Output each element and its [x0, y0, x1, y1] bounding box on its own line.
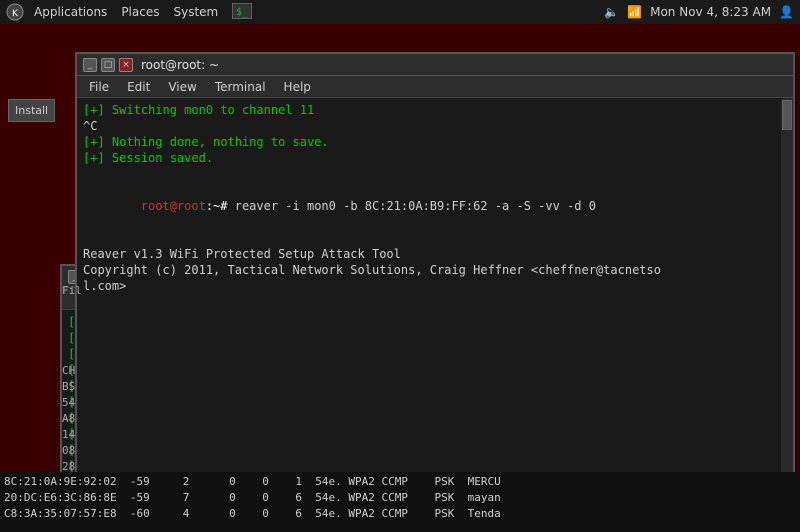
prompt-user: root@root [141, 199, 206, 213]
t1-line-5 [83, 166, 787, 182]
top-bar-left: K Applications Places System $_ [6, 1, 258, 24]
terminal-1-titlebar: _ □ × root@root: ~ [77, 54, 793, 76]
terminal-1-menubar: File Edit View Terminal Help [77, 76, 793, 98]
ch-label: CH [62, 364, 75, 377]
terminal-1-title: root@root: ~ [141, 58, 787, 72]
install-button[interactable]: Install [8, 99, 55, 122]
t1-line-1: [+] Switching mon0 to channel 11 [83, 102, 787, 118]
close-btn-1[interactable]: × [119, 58, 133, 72]
t1-line-9: Copyright (c) 2011, Tactical Network Sol… [83, 262, 787, 278]
menu-file-1[interactable]: File [81, 78, 117, 96]
menu-help-1[interactable]: Help [276, 78, 319, 96]
places-menu[interactable]: Places [115, 3, 165, 21]
a8-label: A8 [62, 412, 75, 425]
net-row-2: 20:DC:E6:3C:86:8E -59 7 0 0 6 54e. WPA2 … [4, 490, 796, 506]
bs-label: BS [62, 380, 75, 393]
top-bar-right: 🔈 📶 Mon Nov 4, 8:23 AM 👤 [604, 5, 794, 19]
net-row-3: C8:3A:35:07:57:E8 -60 4 0 0 6 54e. WPA2 … [4, 506, 796, 522]
volume-icon[interactable]: 🔈 [604, 5, 619, 19]
terminal-launcher[interactable]: $_ [226, 1, 258, 24]
t1-line-4: [+] Session saved. [83, 150, 787, 166]
t1-line-8: Reaver v1.3 WiFi Protected Setup Attack … [83, 246, 787, 262]
terminal-window-1: _ □ × root@root: ~ File Edit View Termin… [75, 52, 795, 532]
54-label: 54 [62, 396, 75, 409]
prompt-command: reaver -i mon0 -b 8C:21:0A:B9:FF:62 -a -… [235, 199, 596, 213]
terminal-1-body: [+] Switching mon0 to channel 11 ^C [+] … [77, 98, 793, 532]
top-system-bar: K Applications Places System $_ 🔈 📶 Mon … [0, 0, 800, 24]
menu-terminal-1[interactable]: Terminal [207, 78, 274, 96]
08-label: 08 [62, 444, 75, 457]
menu-view-1[interactable]: View [160, 78, 204, 96]
user-icon: 👤 [779, 5, 794, 19]
prompt-path: :~# [206, 199, 235, 213]
system-menu[interactable]: System [167, 3, 224, 21]
t1-line-11 [83, 294, 787, 310]
t1-line-7 [83, 230, 787, 246]
terminal-icon: $_ [232, 3, 252, 19]
minimize-btn-1[interactable]: _ [83, 58, 97, 72]
network-icon[interactable]: 📶 [627, 5, 642, 19]
applications-menu[interactable]: Applications [28, 3, 113, 21]
menu-edit-1[interactable]: Edit [119, 78, 158, 96]
net-row-1: 8C:21:0A:9E:92:02 -59 2 0 0 1 54e. WPA2 … [4, 474, 796, 490]
maximize-btn-1[interactable]: □ [101, 58, 115, 72]
desktop: ck | track 5 Install Fil CH BS 54 A8 14 … [0, 24, 800, 532]
scrollbar-1[interactable] [781, 98, 793, 532]
t1-line-2: ^C [83, 118, 787, 134]
fil-label: Fil [62, 284, 82, 297]
kali-logo-icon: K [6, 3, 24, 21]
t1-prompt-line: root@root:~# reaver -i mon0 -b 8C:21:0A:… [83, 182, 787, 230]
t1-line-3: [+] Nothing done, nothing to save. [83, 134, 787, 150]
t1-line-10: l.com> [83, 278, 787, 294]
datetime: Mon Nov 4, 8:23 AM [650, 5, 771, 19]
network-scan-bar: 8C:21:0A:9E:92:02 -59 2 0 0 1 54e. WPA2 … [0, 472, 800, 532]
scrollbar-thumb-1[interactable] [782, 100, 792, 130]
svg-text:$_: $_ [236, 7, 249, 18]
14-label: 14 [62, 428, 75, 441]
